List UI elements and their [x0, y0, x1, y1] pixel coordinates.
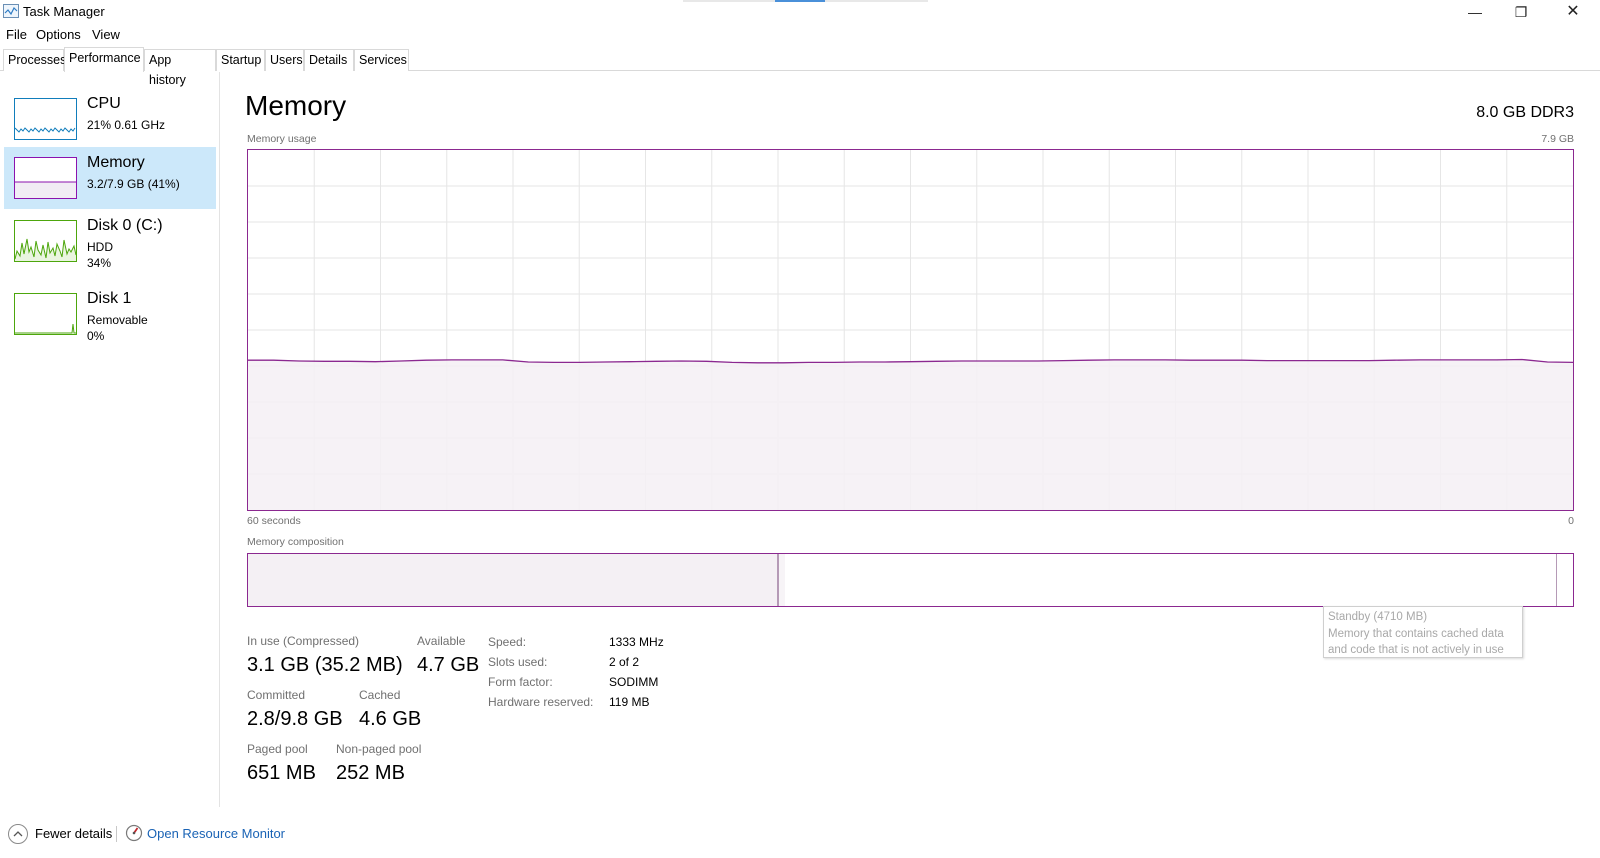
composition-standby[interactable]: [785, 554, 1557, 606]
menu-view[interactable]: View: [92, 27, 120, 42]
tab-details[interactable]: Details: [304, 49, 354, 71]
tab-startup[interactable]: Startup: [216, 49, 265, 71]
resource-detail: 34%: [87, 256, 112, 270]
slots-used-label: Slots used:: [488, 655, 548, 669]
memory-usage-label: Memory usage: [247, 133, 317, 145]
page-title: Memory: [245, 90, 347, 121]
memory-usage-chart: [248, 150, 1574, 510]
disk0-thumbnail-graph: [14, 220, 77, 262]
task-manager-icon: [3, 4, 19, 18]
menu-options[interactable]: Options: [36, 27, 81, 42]
memory-thumb-chart: [15, 181, 76, 198]
resource-detail: 3.2/7.9 GB (41%): [87, 177, 180, 191]
graph-time-right: 0: [1568, 515, 1574, 527]
resource-detail: 0%: [87, 329, 105, 343]
non-paged-pool-value: 252 MB: [336, 762, 405, 784]
speed-value: 1333 MHz: [609, 635, 664, 649]
memory-thumb-chart-area: [15, 182, 76, 198]
paged-pool-value: 651 MB: [247, 762, 316, 784]
open-resource-monitor-link[interactable]: Open Resource Monitor: [147, 826, 285, 841]
window-title: Task Manager: [23, 4, 105, 19]
tooltip-line: and code that is not actively in use: [1328, 644, 1504, 656]
composition-in-use[interactable]: [248, 554, 778, 606]
hardware-reserved-value: 119 MB: [609, 695, 650, 709]
cpu-thumbnail-graph: [14, 98, 77, 140]
non-paged-pool-label: Non-paged pool: [336, 742, 422, 756]
memory-composition-bar[interactable]: [247, 553, 1574, 607]
cached-value: 4.6 GB: [359, 708, 422, 730]
minimize-icon: —: [1468, 4, 1482, 20]
tab-users[interactable]: Users: [265, 49, 304, 71]
disk1-thumb-chart-line: [15, 323, 76, 334]
resource-monitor-icon[interactable]: [125, 824, 143, 842]
resource-name: CPU: [87, 95, 121, 112]
tab-processes[interactable]: Processes: [3, 49, 66, 71]
memory-composition-label: Memory composition: [247, 536, 344, 548]
cached-label: Cached: [359, 688, 401, 702]
committed-value: 2.8/9.8 GB: [247, 708, 343, 730]
memory-spec: 8.0 GB DDR3: [1476, 104, 1574, 121]
form-factor-value: SODIMM: [609, 675, 659, 689]
resource-memory[interactable]: Memory 3.2/7.9 GB (41%): [4, 147, 216, 209]
speed-label: Speed:: [488, 635, 527, 649]
slots-used-value: 2 of 2: [609, 655, 640, 669]
in-use-label: In use (Compressed): [247, 634, 360, 648]
resource-type: HDD: [87, 240, 113, 254]
cpu-thumb-chart-line: [15, 127, 76, 133]
hardware-reserved-label: Hardware reserved:: [488, 695, 594, 709]
tooltip-title: Standby (4710 MB): [1328, 611, 1428, 623]
resource-list: CPU 21% 0.61 GHz Memory 3.2/7.9 GB (41%)…: [0, 72, 220, 807]
committed-label: Committed: [247, 688, 306, 702]
form-factor-label: Form factor:: [488, 675, 553, 689]
memory-usage-area: [248, 359, 1573, 510]
minimize-button[interactable]: —: [1452, 0, 1498, 24]
resource-disk-1[interactable]: Disk 1 Removable 0%: [4, 283, 216, 345]
fewer-details-icon[interactable]: [8, 824, 28, 844]
disk1-thumb-chart: [15, 323, 76, 334]
resource-name: Disk 1: [87, 290, 132, 307]
in-use-value: 3.1 GB (35.2 MB): [247, 654, 403, 676]
disk1-thumbnail-graph: [14, 293, 77, 335]
close-icon: ✕: [1566, 3, 1580, 20]
chevron-up-icon: [13, 831, 23, 837]
menu-file[interactable]: File: [6, 27, 27, 42]
tooltip-line: Memory that contains cached data: [1328, 627, 1504, 640]
composition-modified[interactable]: [778, 554, 785, 606]
resource-name: Disk 0 (C:): [87, 217, 163, 234]
title-bar[interactable]: Task Manager — ❐ ✕: [0, 0, 1600, 24]
title-drag-highlight: [775, 0, 825, 2]
restore-button[interactable]: ❐: [1498, 0, 1544, 24]
tab-app-history[interactable]: App history: [144, 49, 216, 87]
footer-divider: [116, 826, 117, 842]
close-button[interactable]: ✕: [1550, 0, 1596, 24]
available-value: 4.7 GB: [417, 654, 480, 676]
memory-usage-graph: [247, 149, 1574, 511]
tab-performance[interactable]: Performance: [64, 47, 144, 72]
disk0-thumb-chart: [15, 238, 76, 261]
resource-detail: 21% 0.61 GHz: [87, 118, 166, 132]
memory-thumbnail-graph: [14, 157, 77, 199]
resource-type: Removable: [87, 313, 148, 327]
resource-cpu[interactable]: CPU 21% 0.61 GHz: [4, 88, 216, 150]
resource-disk-0[interactable]: Disk 0 (C:) HDD 34%: [4, 210, 216, 272]
standby-tooltip: Standby (4710 MB) Memory that contains c…: [1323, 606, 1523, 658]
graph-time-left: 60 seconds: [247, 515, 301, 527]
available-label: Available: [417, 634, 466, 648]
resource-name: Memory: [87, 154, 145, 171]
cpu-thumb-chart: [15, 127, 76, 133]
restore-icon: ❐: [1514, 4, 1528, 20]
tab-services[interactable]: Services: [354, 49, 409, 71]
tab-strip: Processes Performance App history Startu…: [0, 47, 1600, 87]
memory-usage-max: 7.9 GB: [1541, 133, 1574, 145]
fewer-details-button[interactable]: Fewer details: [35, 826, 112, 841]
paged-pool-label: Paged pool: [247, 742, 308, 756]
